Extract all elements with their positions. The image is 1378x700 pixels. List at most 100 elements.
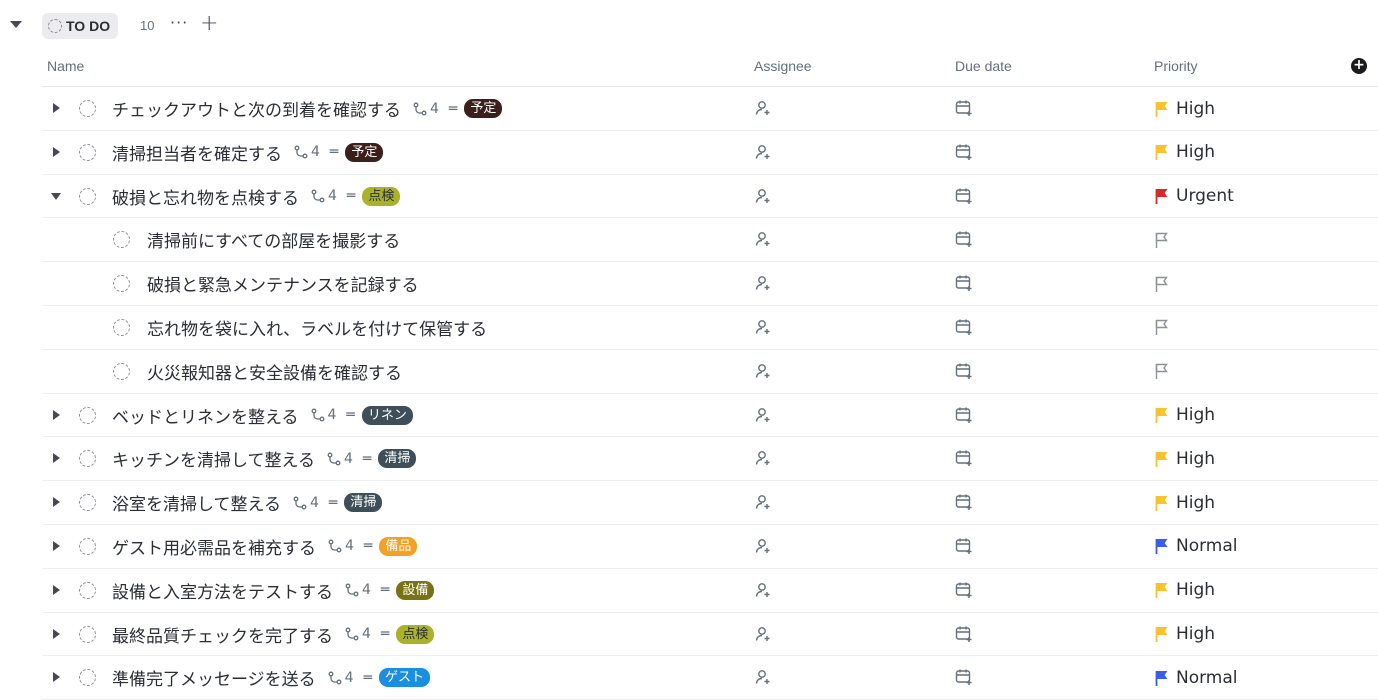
task-name[interactable]: キッチンを清掃して整える (112, 446, 315, 471)
priority-cell[interactable] (1154, 218, 1170, 261)
add-due-date-icon[interactable] (955, 318, 973, 336)
task-status-circle-icon[interactable] (79, 406, 96, 424)
task-tag[interactable]: 予定 (464, 99, 503, 118)
column-header-name[interactable]: Name (47, 58, 84, 74)
add-assignee-icon[interactable] (754, 406, 772, 424)
task-tag[interactable]: 予定 (345, 142, 384, 162)
expand-subtasks-caret-icon[interactable] (53, 628, 60, 639)
subtask-count[interactable]: 4 (328, 538, 354, 554)
add-assignee-icon[interactable] (754, 99, 772, 117)
task-name[interactable]: チェックアウトと次の到着を確認する (112, 96, 401, 121)
task-name[interactable]: 清掃担当者を確定する (112, 140, 282, 165)
expand-subtasks-caret-icon[interactable] (53, 584, 60, 595)
subtask-count[interactable]: 4 (294, 144, 320, 160)
add-due-date-icon[interactable] (955, 493, 973, 511)
priority-cell[interactable] (1154, 306, 1170, 349)
task-name[interactable]: 準備完了メッセージを送る (112, 665, 316, 690)
column-header-priority[interactable]: Priority (1154, 58, 1198, 74)
add-assignee-icon[interactable] (754, 625, 772, 643)
add-assignee-icon[interactable] (754, 362, 772, 380)
priority-cell[interactable]: Normal (1154, 656, 1238, 699)
subtask-count[interactable]: 4 (413, 101, 439, 117)
priority-cell[interactable] (1154, 262, 1170, 305)
task-row[interactable]: 浴室を清掃して整える 4 ═ 清掃 High (42, 481, 1378, 525)
expand-subtasks-caret-icon[interactable] (53, 540, 60, 551)
priority-cell[interactable] (1154, 350, 1170, 393)
collapse-subtasks-caret-icon[interactable] (51, 192, 61, 200)
add-due-date-icon[interactable] (955, 99, 973, 117)
add-assignee-icon[interactable] (754, 318, 772, 336)
add-assignee-icon[interactable] (754, 230, 772, 248)
add-assignee-icon[interactable] (754, 449, 772, 467)
task-name[interactable]: 最終品質チェックを完了する (112, 622, 333, 647)
task-status-circle-icon[interactable] (113, 362, 130, 380)
task-status-circle-icon[interactable] (79, 669, 96, 687)
task-row[interactable]: 準備完了メッセージを送る 4 ═ ゲスト Normal (42, 656, 1378, 700)
priority-cell[interactable]: High (1154, 481, 1215, 524)
collapse-group-caret-icon[interactable] (10, 21, 22, 28)
column-header-assignee[interactable]: Assignee (754, 58, 812, 74)
task-row[interactable]: 破損と緊急メンテナンスを記録する (42, 262, 1378, 306)
add-due-date-icon[interactable] (955, 230, 973, 248)
add-due-date-icon[interactable] (955, 187, 973, 205)
task-row[interactable]: 清掃前にすべての部屋を撮影する (42, 218, 1378, 263)
task-name[interactable]: ゲスト用必需品を補充する (112, 534, 316, 559)
add-assignee-icon[interactable] (754, 581, 772, 599)
priority-cell[interactable]: High (1154, 569, 1215, 612)
expand-subtasks-caret-icon[interactable] (53, 453, 60, 464)
priority-cell[interactable]: High (1154, 437, 1215, 480)
task-name[interactable]: 破損と緊急メンテナンスを記録する (147, 271, 419, 296)
task-tag[interactable]: 清掃 (378, 449, 417, 469)
expand-subtasks-caret-icon[interactable] (53, 103, 60, 113)
task-row[interactable]: 忘れ物を袋に入れ、ラベルを付けて保管する (42, 306, 1378, 350)
task-status-circle-icon[interactable] (79, 537, 96, 555)
subtask-count[interactable]: 4 (345, 582, 371, 598)
task-status-circle-icon[interactable] (113, 231, 130, 249)
group-more-options-icon[interactable]: ··· (170, 13, 188, 32)
task-status-circle-icon[interactable] (79, 450, 96, 468)
priority-cell[interactable]: High (1154, 394, 1215, 437)
add-assignee-icon[interactable] (754, 668, 772, 686)
expand-subtasks-caret-icon[interactable] (53, 672, 60, 683)
task-name[interactable]: 設備と入室方法をテストする (112, 578, 333, 603)
task-row[interactable]: ベッドとリネンを整える 4 ═ リネン High (42, 394, 1378, 438)
add-due-date-icon[interactable] (955, 581, 973, 599)
task-tag[interactable]: リネン (361, 405, 413, 425)
add-assignee-icon[interactable] (754, 274, 772, 292)
task-status-circle-icon[interactable] (79, 625, 96, 643)
task-status-circle-icon[interactable] (113, 275, 130, 293)
task-status-circle-icon[interactable] (79, 187, 96, 205)
add-due-date-icon[interactable] (955, 449, 973, 467)
priority-cell[interactable]: High (1154, 613, 1215, 656)
subtask-count[interactable]: 4 (311, 407, 336, 423)
task-tag[interactable]: 設備 (396, 580, 435, 600)
expand-subtasks-caret-icon[interactable] (53, 146, 60, 157)
add-due-date-icon[interactable] (955, 625, 973, 643)
task-name[interactable]: 忘れ物を袋に入れ、ラベルを付けて保管する (147, 315, 487, 340)
task-name[interactable]: ベッドとリネンを整える (112, 403, 299, 428)
task-tag[interactable]: 清掃 (344, 493, 383, 513)
add-due-date-icon[interactable] (955, 362, 973, 380)
task-status-circle-icon[interactable] (79, 100, 96, 117)
add-due-date-icon[interactable] (955, 143, 973, 161)
task-tag[interactable]: 点検 (396, 624, 435, 644)
task-status-circle-icon[interactable] (79, 494, 96, 512)
status-pill[interactable]: TO DO (42, 13, 119, 39)
task-row[interactable]: キッチンを清掃して整える 4 ═ 清掃 High (42, 437, 1378, 482)
add-due-date-icon[interactable] (955, 668, 973, 686)
add-due-date-icon[interactable] (955, 274, 973, 292)
task-name[interactable]: 浴室を清掃して整える (112, 490, 281, 515)
expand-subtasks-caret-icon[interactable] (53, 497, 60, 508)
task-row[interactable]: 設備と入室方法をテストする 4 ═ 設備 High (42, 569, 1378, 613)
add-task-icon[interactable]: + (200, 11, 218, 36)
task-status-circle-icon[interactable] (79, 143, 96, 161)
priority-cell[interactable]: Normal (1154, 525, 1238, 568)
add-assignee-icon[interactable] (754, 143, 772, 161)
task-row[interactable]: ゲスト用必需品を補充する 4 ═ 備品 Normal (42, 525, 1378, 569)
subtask-count[interactable]: 4 (328, 670, 354, 686)
priority-cell[interactable]: High (1154, 131, 1215, 174)
subtask-count[interactable]: 4 (327, 451, 353, 467)
column-header-due-date[interactable]: Due date (955, 58, 1012, 74)
task-row[interactable]: チェックアウトと次の到着を確認する 4 ═ 予定 High (42, 87, 1378, 131)
add-column-button[interactable]: + (1351, 58, 1367, 74)
